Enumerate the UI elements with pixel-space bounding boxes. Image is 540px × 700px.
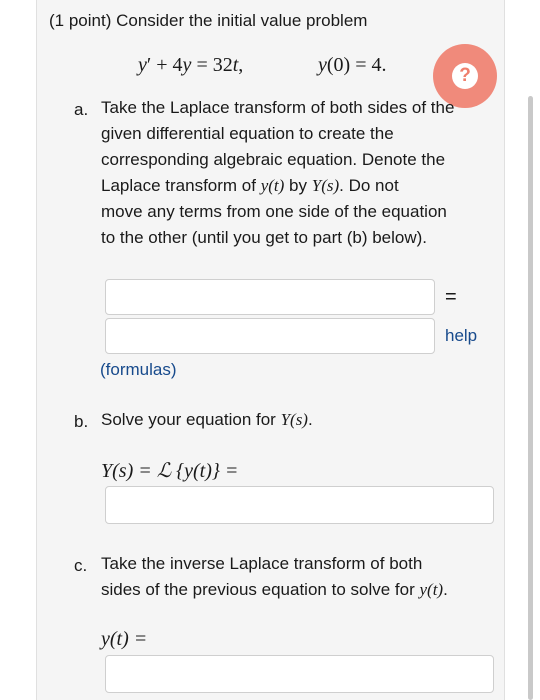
part-a-marker: a. (74, 100, 89, 119)
help-link[interactable]: help (445, 323, 477, 349)
problem-header: (1 point) Consider the initial value pro… (49, 11, 368, 30)
part-b-marker: b. (74, 412, 89, 431)
ode-equation: y′ + 4y = 32t, (138, 54, 244, 76)
part-a-line-1: Take the Laplace transform of both sides… (101, 98, 455, 117)
equals-sign: = (445, 286, 457, 308)
part-b-answer-label: Y(s) = ℒ {y(t)} = (101, 460, 239, 482)
y-of-t-input[interactable] (105, 655, 494, 693)
y-of-s-input[interactable] (105, 486, 494, 524)
question-icon: ? (452, 63, 478, 89)
part-c-answer-label: y(t) = (101, 628, 148, 650)
part-a-line-5: move any terms from one side of the equa… (101, 202, 447, 221)
part-a-line-6: to the other (until you get to part (b) … (101, 228, 428, 247)
part-c-line-1: Take the inverse Laplace transform of bo… (101, 554, 423, 573)
part-a-line-3: corresponding algebraic equation. Denote… (101, 150, 446, 169)
part-c-marker: c. (74, 556, 88, 575)
part-a-line-2: given differential equation to create th… (101, 124, 394, 143)
laplace-lhs-input[interactable] (105, 279, 435, 315)
scrollbar[interactable] (528, 96, 533, 700)
part-a-line-4: Laplace transform of y(t) by Y(s). Do no… (101, 176, 399, 195)
part-b-text: Solve your equation for Y(s). (101, 410, 313, 429)
initial-condition: y(0) = 4. (318, 54, 387, 76)
part-c-line-2: sides of the previous equation to solve … (101, 580, 448, 599)
laplace-rhs-input[interactable] (105, 318, 435, 354)
formulas-link[interactable]: (formulas) (100, 357, 177, 383)
